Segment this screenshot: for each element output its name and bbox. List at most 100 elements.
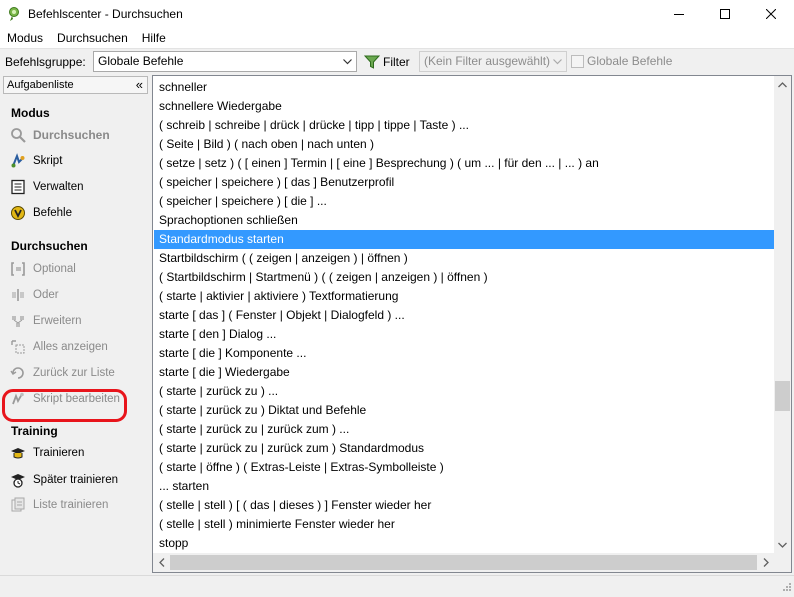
scroll-up-icon[interactable]	[774, 76, 791, 93]
list-item[interactable]: ( starte | zurück zu ) ...	[154, 382, 774, 401]
filter-button[interactable]: Filter	[364, 52, 410, 72]
list-item[interactable]: ( Startbildschirm | Startmenü ) ( ( zeig…	[154, 268, 774, 287]
toolbar: Befehlsgruppe: Globale Befehle Filter (K…	[0, 48, 794, 74]
menu-bar: Modus Durchsuchen Hilfe	[0, 28, 794, 48]
scroll-left-icon[interactable]	[153, 554, 170, 571]
maximize-button[interactable]	[702, 0, 748, 28]
list-item[interactable]: ( speicher | speichere ) [ die ] ...	[154, 192, 774, 211]
list-item[interactable]: Sprachoptionen schließen	[154, 211, 774, 230]
global-commands-checkbox[interactable]: Globale Befehle	[571, 54, 672, 68]
sidebar-item-liste-trainieren[interactable]: Liste trainieren	[9, 495, 108, 515]
list-item[interactable]: Startbildschirm ( ( zeigen | anzeigen ) …	[154, 249, 774, 268]
sidebar-item-label: Oder	[33, 289, 59, 301]
magnifier-icon	[9, 126, 27, 144]
sidebar-item-label: Skript	[33, 155, 63, 167]
section-title-durchsuchen: Durchsuchen	[11, 239, 88, 253]
horizontal-scroll-thumb[interactable]	[170, 555, 757, 570]
sidebar-header-label: Aufgabenliste	[7, 79, 74, 91]
filter-icon	[364, 55, 380, 69]
list-item[interactable]: ( stelle | stell ) minimierte Fenster wi…	[154, 515, 774, 534]
list-item[interactable]: starte [ das ] ( Fenster | Objekt | Dial…	[154, 306, 774, 325]
list-item[interactable]: ( starte | aktivier | aktiviere ) Textfo…	[154, 287, 774, 306]
checkbox-box	[571, 54, 584, 68]
list-item[interactable]: starte [ den ] Dialog ...	[154, 325, 774, 344]
list-item[interactable]: ( Seite | Bild ) ( nach oben | nach unte…	[154, 135, 774, 154]
command-list[interactable]: schneller schnellere Wiedergabe( schreib …	[152, 75, 792, 573]
sidebar-item-durchsuchen[interactable]: Durchsuchen	[9, 125, 110, 145]
list-item[interactable]: ( starte | zurück zu | zurück zum ) ...	[154, 420, 774, 439]
vertical-scrollbar[interactable]	[774, 76, 791, 553]
sidebar-item-optional[interactable]: Optional	[9, 259, 76, 279]
list-item[interactable]: ( speicher | speichere ) [ das ] Benutze…	[154, 173, 774, 192]
menu-modus[interactable]: Modus	[0, 28, 50, 48]
status-bar	[0, 575, 794, 597]
sidebar-item-alles-anzeigen[interactable]: Alles anzeigen	[9, 337, 108, 357]
sidebar-item-label: Liste trainieren	[33, 499, 109, 511]
list-item[interactable]: starte [ die ] Wiedergabe	[154, 363, 774, 382]
sidebar-item-label: Erweitern	[33, 315, 82, 327]
menu-durchsuchen[interactable]: Durchsuchen	[50, 28, 135, 48]
sidebar-item-oder[interactable]: Oder	[9, 285, 59, 305]
sidebar-item-label: Trainieren	[33, 447, 85, 459]
sidebar-item-befehle[interactable]: Befehle	[9, 203, 72, 223]
window-title: Befehlscenter - Durchsuchen	[28, 7, 183, 21]
sidebar-item-label: Durchsuchen	[33, 128, 110, 142]
commands-icon	[9, 204, 27, 222]
train-list-icon	[9, 496, 27, 514]
sidebar-item-skript[interactable]: Skript	[9, 151, 62, 171]
app-icon	[6, 6, 22, 22]
group-combobox[interactable]: Globale Befehle	[93, 51, 357, 72]
collapse-sidebar-icon[interactable]: «	[136, 77, 143, 93]
chevron-down-icon	[550, 52, 564, 71]
scroll-down-icon[interactable]	[774, 536, 791, 553]
sidebar-item-zurueck-zur-liste[interactable]: Zurück zur Liste	[9, 363, 115, 383]
manage-icon	[9, 178, 27, 196]
back-to-list-icon	[9, 364, 27, 382]
vertical-scroll-thumb[interactable]	[775, 381, 790, 411]
resize-grip-icon[interactable]	[782, 581, 792, 595]
sidebar-item-verwalten[interactable]: Verwalten	[9, 177, 84, 197]
list-item[interactable]: ... starten	[154, 477, 774, 496]
list-item[interactable]: ( setze | setz ) ( [ einen ] Termin | [ …	[154, 154, 774, 173]
title-bar: Befehlscenter - Durchsuchen	[0, 0, 794, 28]
graduation-cap-icon	[9, 444, 27, 462]
filter-combobox[interactable]: (Kein Filter ausgewählt)	[419, 51, 567, 72]
script-icon	[9, 152, 27, 170]
list-item[interactable]: schneller	[154, 78, 774, 97]
show-all-icon	[9, 338, 27, 356]
sidebar-header: Aufgabenliste «	[3, 76, 148, 94]
global-commands-label: Globale Befehle	[587, 54, 673, 68]
or-icon	[9, 286, 27, 304]
list-item[interactable]: ( starte | öffne ) ( Extras-Leiste | Ext…	[154, 458, 774, 477]
task-sidebar: Aufgabenliste « Modus Durchsuchen Skript…	[0, 74, 150, 574]
list-item[interactable]: starte [ die ] Komponente ...	[154, 344, 774, 363]
section-title-training: Training	[11, 424, 58, 438]
chevron-down-icon	[340, 52, 354, 71]
horizontal-scrollbar[interactable]	[153, 553, 774, 572]
scrollbar-corner	[774, 553, 791, 572]
sidebar-item-label: Alles anzeigen	[33, 341, 108, 353]
list-item[interactable]: schnellere Wiedergabe	[154, 97, 774, 116]
menu-hilfe[interactable]: Hilfe	[135, 28, 173, 48]
train-later-icon	[9, 471, 27, 489]
sidebar-item-label: Verwalten	[33, 181, 84, 193]
list-item[interactable]: ( starte | zurück zu | zurück zum ) Stan…	[154, 439, 774, 458]
expand-icon	[9, 312, 27, 330]
optional-icon	[9, 260, 27, 278]
highlight-annotation	[2, 389, 127, 422]
close-button[interactable]	[748, 0, 794, 28]
sidebar-item-spaeter-trainieren[interactable]: Später trainieren	[9, 470, 118, 490]
list-item[interactable]: stopp	[154, 534, 774, 553]
list-item[interactable]: ( starte | zurück zu ) Diktat und Befehl…	[154, 401, 774, 420]
sidebar-item-erweitern[interactable]: Erweitern	[9, 311, 82, 331]
section-title-modus: Modus	[11, 106, 50, 120]
list-item-selected[interactable]: Standardmodus starten	[154, 230, 774, 249]
minimize-button[interactable]	[656, 0, 702, 28]
list-item[interactable]: ( schreib | schreibe | drück | drücke | …	[154, 116, 774, 135]
scroll-right-icon[interactable]	[757, 554, 774, 571]
filter-combobox-value: (Kein Filter ausgewählt)	[424, 54, 551, 68]
group-label: Befehlsgruppe:	[5, 54, 86, 69]
sidebar-item-label: Optional	[33, 263, 76, 275]
list-item[interactable]: ( stelle | stell ) [ ( das | dieses ) ] …	[154, 496, 774, 515]
sidebar-item-trainieren[interactable]: Trainieren	[9, 443, 84, 463]
